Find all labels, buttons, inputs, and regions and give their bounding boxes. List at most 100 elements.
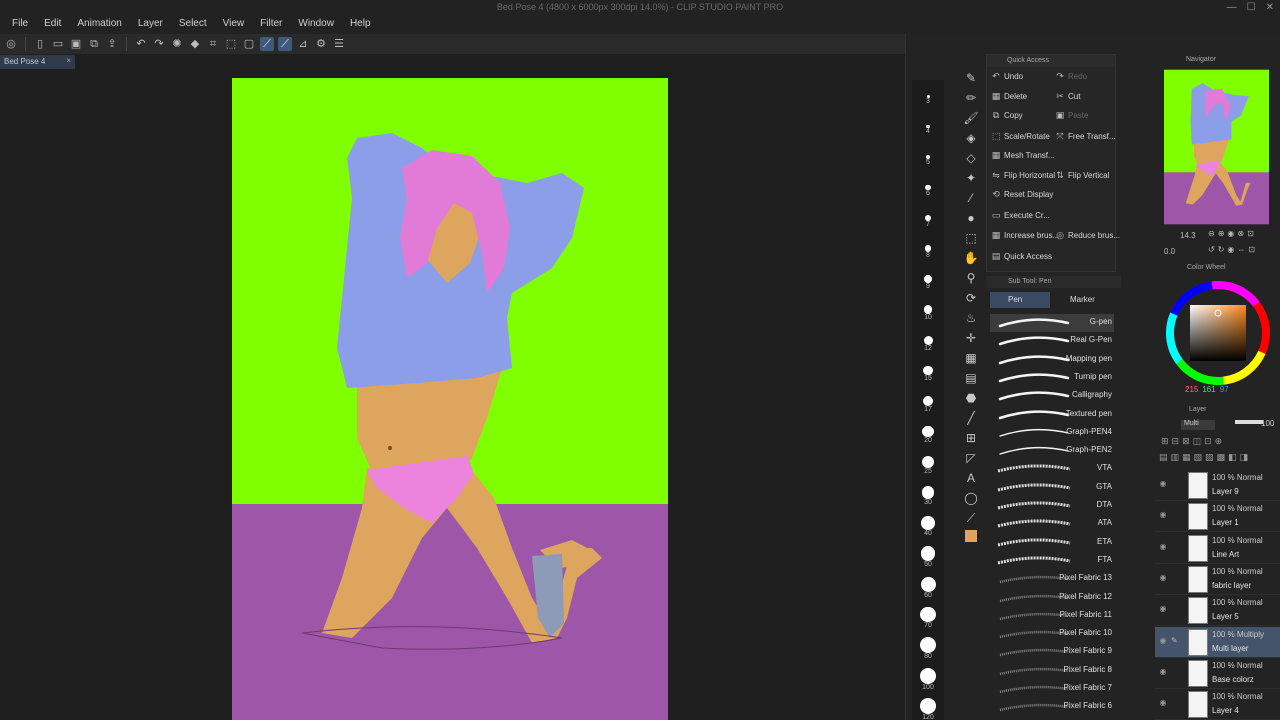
brush-item[interactable]: Pixel Fabric 7 [990, 680, 1114, 698]
brush-size-dot[interactable] [922, 425, 934, 438]
brush-item[interactable]: VTA [990, 460, 1114, 478]
ruler-icon[interactable]: ⊿ [296, 37, 310, 51]
tab-marker[interactable]: Marker [1052, 292, 1116, 308]
app-icon[interactable]: ◎ [4, 37, 18, 51]
color-wheel[interactable] [1163, 278, 1273, 388]
brush-item[interactable]: FTA [990, 552, 1114, 570]
brush-size-dot[interactable] [921, 486, 935, 499]
blend-tool-icon[interactable]: ● [963, 210, 979, 226]
brush-item[interactable]: Pixel Fabric 13 [990, 570, 1114, 588]
line-tool-icon[interactable]: ╱ [963, 410, 979, 426]
copy-icon[interactable]: ⧉ [87, 37, 101, 51]
new-file-icon[interactable]: ▯ [33, 37, 47, 51]
brush-size-dot[interactable] [920, 637, 936, 653]
eraser-tool-icon[interactable]: ◇ [963, 150, 979, 166]
brush-size-dot[interactable] [920, 667, 936, 684]
maximize-button[interactable]: ☐ [1247, 2, 1256, 13]
brush-size-dot[interactable] [923, 335, 933, 345]
brush-size-dot[interactable] [921, 516, 935, 530]
move-tool-icon[interactable]: ✛ [963, 330, 979, 346]
quick-access-item[interactable]: ↷ Redo [1055, 71, 1087, 81]
pen-tool-icon[interactable]: ✎ [963, 70, 979, 86]
brush-size-dot[interactable] [920, 606, 936, 623]
object-tool-icon[interactable]: ▦ [963, 350, 979, 366]
brush-item[interactable]: Pixel Fabric 12 [990, 589, 1114, 607]
menu-window[interactable]: Window [290, 17, 342, 31]
brush-item[interactable]: Pixel Fabric 9 [990, 643, 1114, 661]
menu-layer[interactable]: Layer [130, 17, 171, 31]
export-icon[interactable]: ⇪ [105, 37, 119, 51]
menu-view[interactable]: View [215, 17, 253, 31]
quick-access-item[interactable]: ⟲ Reset Display [991, 189, 1053, 199]
magic-wand-icon[interactable]: ✦ [963, 170, 979, 186]
quick-access-item[interactable]: ◎ Reduce brus... [1055, 230, 1120, 240]
quick-access-item[interactable]: ✂ Cut [1055, 91, 1080, 101]
pen-mode-icon[interactable]: ⟋ [260, 37, 274, 51]
text-tool-icon[interactable]: A [963, 470, 979, 486]
open-file-icon[interactable]: ▭ [51, 37, 65, 51]
tab-pen[interactable]: Pen [990, 292, 1050, 308]
zoom-value[interactable]: 14.3 [1180, 231, 1196, 240]
eye-icon[interactable]: ◉ [1158, 698, 1168, 708]
brush-size-dot[interactable] [922, 395, 934, 407]
menu-edit[interactable]: Edit [36, 17, 69, 31]
brush-item[interactable]: Graph-PEN4 [990, 424, 1114, 442]
stroke-mode-icon[interactable]: ⟋ [278, 37, 292, 51]
quick-access-item[interactable]: ⇅ Flip Vertical [1055, 170, 1109, 180]
brush-item[interactable]: DTA [990, 497, 1114, 515]
quick-access-item[interactable]: ▦ Increase brus... [991, 230, 1059, 240]
undo-icon[interactable]: ↶ [134, 37, 148, 51]
eye-icon[interactable]: ◉ [1158, 510, 1168, 520]
balloon-tool-icon[interactable]: ◯ [963, 490, 979, 506]
brush-item[interactable]: Pixel Fabric 11 [990, 607, 1114, 625]
brush-size-dot[interactable] [920, 576, 936, 592]
eye-icon[interactable]: ◉ [1158, 573, 1168, 583]
quick-access-item[interactable]: ▭ Execute Cr... [991, 210, 1050, 220]
layer-actions-icon[interactable]: ▤▥▦▧▨▩◧◨ [1159, 452, 1251, 463]
layer-row[interactable]: ◉ 100 % Normal fabric layer [1155, 564, 1280, 595]
layer-row[interactable]: ◉ 100 % Normal Layer 9 [1155, 470, 1280, 501]
main-color-swatch[interactable] [965, 530, 977, 542]
eyedropper-icon[interactable]: ⁄ [963, 190, 979, 206]
select-all-icon[interactable]: ⬚ [224, 37, 238, 51]
quick-access-item[interactable]: ▤ Quick Access [991, 251, 1052, 261]
document-tab[interactable]: Bed Pose 4 × [0, 55, 75, 69]
redo-icon[interactable]: ↷ [152, 37, 166, 51]
airbrush-tool-icon[interactable]: ◈ [963, 130, 979, 146]
menu-help[interactable]: Help [342, 17, 379, 31]
close-window-button[interactable]: ✕ [1266, 2, 1274, 13]
brush-item[interactable]: Pixel Fabric 10 [990, 625, 1114, 643]
crop-icon[interactable]: ⌗ [206, 37, 220, 51]
eye-icon[interactable]: ◉ [1158, 604, 1168, 614]
eye-icon[interactable]: ◉ [1158, 542, 1168, 552]
brush-item[interactable]: Pixel Fabric 6 [990, 698, 1114, 716]
brush-item[interactable]: ATA [990, 515, 1114, 533]
navigator-thumbnail[interactable] [1164, 68, 1269, 226]
eye-icon[interactable]: ◉ [1158, 667, 1168, 677]
brush-size-dot[interactable] [920, 546, 936, 561]
quick-access-item[interactable]: ↶ Undo [991, 71, 1023, 81]
layer-row[interactable]: ◉ 100 % Normal Layer 4 [1155, 689, 1280, 720]
correct-line-icon[interactable]: ⟋ [963, 510, 979, 526]
brush-item[interactable]: Turnip pen [990, 369, 1114, 387]
frame-tool-icon[interactable]: ⊞ [963, 430, 979, 446]
quick-access-item[interactable]: ⬚ Scale/Rotate [991, 131, 1050, 141]
brush-size-dot[interactable] [924, 275, 932, 283]
brush-tool-icon[interactable]: 🖌 [963, 110, 979, 126]
layer-row[interactable]: ◉ ✎ 100 % Multiply Multi layer [1155, 626, 1280, 658]
brush-item[interactable]: Calligraphy [990, 387, 1114, 405]
loading-icon[interactable]: ✺ [170, 37, 184, 51]
quick-access-item[interactable]: ⧉ Copy [991, 110, 1023, 120]
brush-item[interactable]: Mapping pen [990, 351, 1114, 369]
artwork-canvas[interactable] [232, 78, 668, 720]
settings-icon[interactable]: ⚙ [314, 37, 328, 51]
rotate-tool-icon[interactable]: ⟳ [963, 290, 979, 306]
brush-size-dot[interactable] [923, 365, 933, 376]
opacity-value[interactable]: 100 [1261, 419, 1274, 428]
deselect-icon[interactable]: ▢ [242, 37, 256, 51]
brush-item[interactable]: Real G-Pen [990, 332, 1114, 350]
ruler-tool-icon[interactable]: ◸ [963, 450, 979, 466]
layer-row[interactable]: ◉ 100 % Normal Base colorz [1155, 658, 1280, 689]
quick-access-item[interactable]: ⇋ Flip Horizontal [991, 170, 1055, 180]
eye-icon[interactable]: ◉ [1158, 636, 1168, 646]
